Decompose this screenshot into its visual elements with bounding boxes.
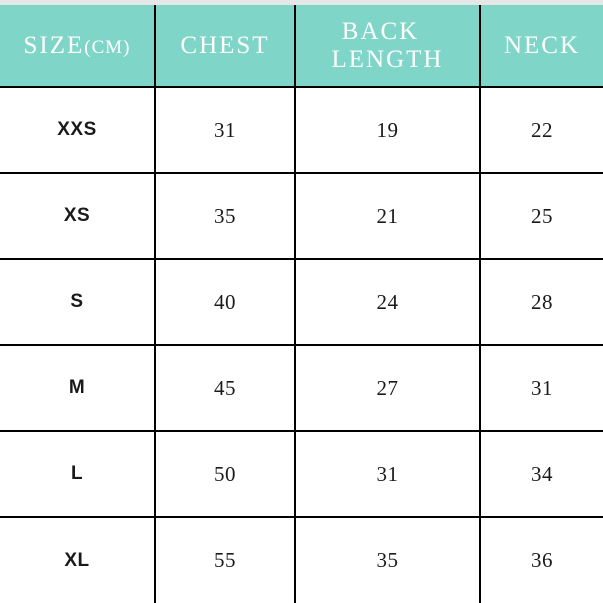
- table-header: SIZE(CM) CHEST BACKLENGTH NECK: [0, 5, 603, 88]
- cell-back-length: 27: [295, 345, 481, 432]
- column-header-size: SIZE(CM): [0, 5, 156, 88]
- table-row: L 50 31 34: [0, 431, 603, 518]
- cell-size: M: [0, 345, 156, 432]
- table-row: XXS 31 19 22: [0, 87, 603, 174]
- column-header-neck-main: NECK: [503, 31, 581, 59]
- header-row: SIZE(CM) CHEST BACKLENGTH NECK: [0, 5, 603, 88]
- cell-size: L: [0, 431, 156, 518]
- cell-back-length: 24: [295, 259, 481, 346]
- size-chart-table: SIZE(CM) CHEST BACKLENGTH NECK XXS 31 19…: [0, 5, 603, 603]
- column-header-size-unit: (CM): [84, 36, 131, 58]
- cell-chest: 50: [155, 431, 296, 518]
- cell-neck: 36: [531, 548, 553, 572]
- size-chart: SIZE(CM) CHEST BACKLENGTH NECK XXS 31 19…: [0, 0, 603, 603]
- column-header-chest-main: CHEST: [180, 31, 270, 59]
- cell-size: XXS: [0, 87, 156, 174]
- cell-size: XS: [0, 173, 156, 260]
- cell-back-length: 19: [295, 87, 481, 174]
- cell-neck: 22: [480, 87, 603, 174]
- table-row: S 40 24 28: [0, 259, 603, 346]
- table-row: M 45 27 31: [0, 345, 603, 432]
- table-row: XS 35 21 25: [0, 173, 603, 260]
- column-header-back-length: BACKLENGTH: [295, 5, 481, 88]
- cell-neck: 34: [480, 431, 603, 518]
- column-header-neck: NECK: [480, 5, 603, 88]
- cell-chest: 31: [155, 87, 296, 174]
- cell-chest: 40: [155, 259, 296, 346]
- cell-neck: 25: [480, 173, 603, 260]
- cell-chest: 35: [155, 173, 296, 260]
- cell-neck: 31: [480, 345, 603, 432]
- cell-back-length: 21: [295, 173, 481, 260]
- cell-size: XL: [0, 517, 156, 603]
- cell-back-length: 35: [295, 517, 481, 603]
- column-header-back-length-main: BACK: [341, 17, 420, 45]
- table-row: XL 55 35 36: [0, 517, 603, 603]
- table-body: XXS 31 19 22 XS 35 21 25 S 40 24 28 M 45…: [0, 87, 603, 603]
- cell-chest: 45: [155, 345, 296, 432]
- column-header-chest: CHEST: [155, 5, 296, 88]
- cell-neck: 28: [480, 259, 603, 346]
- column-header-back-length-sub: LENGTH: [331, 45, 444, 73]
- column-header-size-main: SIZE: [23, 31, 85, 59]
- cell-back-length: 31: [295, 431, 481, 518]
- cell-chest: 55: [155, 517, 296, 603]
- cell-size: S: [0, 259, 156, 346]
